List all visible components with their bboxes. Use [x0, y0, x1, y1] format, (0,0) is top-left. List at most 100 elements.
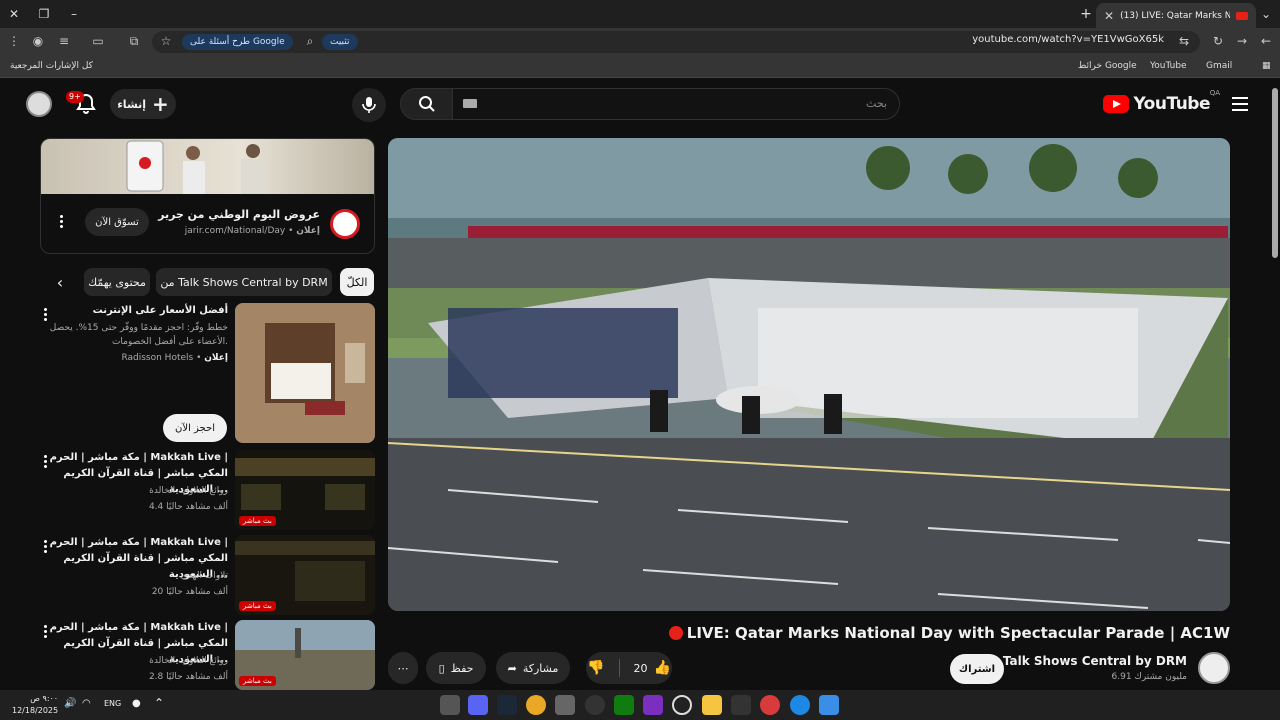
live-badge: بث مباشر [239, 516, 276, 526]
video-frame [388, 138, 1230, 611]
discord-icon[interactable] [468, 695, 488, 715]
forward-icon[interactable]: → [1234, 34, 1250, 48]
notification-badge: 9+ [66, 91, 84, 103]
bookmark-youtube[interactable]: YouTube [1150, 61, 1187, 71]
channel-name[interactable]: Talk Shows Central by DRM [1003, 654, 1187, 668]
shop-now-button[interactable]: تسوّق الآن [85, 208, 149, 236]
video-thumbnail[interactable]: بث مباشر [235, 450, 375, 530]
language-indicator[interactable]: ENG [104, 699, 121, 708]
video-more-icon[interactable] [44, 540, 48, 555]
taskbar-app-12[interactable] [760, 695, 780, 715]
clock-date: 12/18/2025 [12, 706, 59, 715]
book-now-button[interactable]: احجز الآن [163, 414, 227, 442]
divider [618, 659, 620, 677]
share-button[interactable]: ➦ مشاركة [496, 652, 570, 684]
tab-search-icon[interactable]: ⌄ [1256, 4, 1276, 24]
voice-search-button[interactable] [352, 88, 386, 122]
sidebar-hotel-ad[interactable]: أفضل الأسعار على الإنترنت خطط وفّر: احجز… [40, 303, 375, 443]
extensions-icon[interactable]: ⧉ [126, 34, 142, 49]
video-thumbnail[interactable]: بث مباشر [235, 620, 375, 690]
video-more-icon[interactable] [44, 455, 48, 470]
address-bar[interactable]: ☆ تثبيت طرح أسئلة على Google ⌕ youtube.c… [152, 31, 1200, 53]
chip-all[interactable]: الكلّ [340, 268, 374, 296]
apps-grid-icon[interactable]: ▦ [1262, 61, 1271, 71]
sidebar-video-1[interactable]: بث مباشر مكة مباشر | الحرم | Makkah Live… [40, 450, 375, 530]
chip-related[interactable]: محتوى يهمّك [84, 268, 150, 296]
ad-banner-image[interactable] [41, 139, 374, 194]
search-button[interactable] [400, 88, 454, 120]
sidebar-video-3[interactable]: بث مباشر مكة مباشر | الحرم | Makkah Live… [40, 620, 375, 690]
start-windows-icon[interactable] [819, 695, 839, 715]
ad-more-icon[interactable] [60, 215, 64, 230]
xbox-icon[interactable] [614, 695, 634, 715]
browser-menu-icon[interactable]: ⋮ [6, 34, 22, 48]
steam-icon[interactable] [497, 695, 517, 715]
reading-list-icon[interactable]: ≡ [56, 34, 72, 48]
all-bookmarks[interactable]: كل الإشارات المرجعية [10, 61, 93, 71]
site-settings-icon[interactable]: ⇆ [1176, 34, 1192, 48]
taskbar-app-11[interactable] [731, 695, 751, 715]
dislike-icon[interactable]: 👎 [587, 660, 604, 676]
cast-icon[interactable]: ▭ [90, 34, 106, 48]
bookmark-gmail[interactable]: Gmail [1206, 61, 1232, 71]
guide-menu-icon[interactable] [1232, 97, 1248, 115]
edge-icon[interactable] [790, 695, 810, 715]
subscriber-count: 6.91 مليون مشترك [1111, 672, 1188, 682]
more-actions-button[interactable]: ⋯ [388, 652, 418, 684]
youtube-logo[interactable]: YouTube QA [1103, 89, 1220, 114]
page-scrollbar[interactable] [1272, 88, 1278, 258]
video-player[interactable] [388, 138, 1230, 611]
hotel-ad-thumbnail[interactable] [235, 303, 375, 443]
hotel-room-image [235, 303, 375, 443]
like-icon[interactable]: 👍 [654, 660, 671, 676]
close-tab-icon[interactable]: ✕ [1104, 9, 1114, 23]
profile-icon[interactable]: ◉ [30, 34, 46, 48]
ad-meta: jarir.com/National/Day • إعلان [184, 226, 320, 236]
active-tab[interactable]: ✕ (13) LIVE: Qatar Marks Natio [1096, 3, 1256, 28]
taskbar-app-8[interactable] [643, 695, 663, 715]
hotel-ad-meta: Radisson Hotels • إعلان [121, 353, 228, 363]
taskbar: ٩:٠٠ ص 12/18/2025 🔊 ◠ ENG ● ⌃ [0, 690, 1280, 720]
video-views: 4.4 ألف مشاهد حاليًا [148, 502, 228, 512]
hotel-ad-more-icon[interactable] [44, 308, 48, 323]
taskbar-app-1[interactable] [440, 695, 460, 715]
account-avatar[interactable] [26, 91, 52, 117]
install-chip[interactable]: تثبيت [322, 34, 358, 50]
settings-icon[interactable] [555, 695, 575, 715]
bookmark-maps[interactable]: خرائط Google [1078, 61, 1137, 71]
search-input[interactable]: بحث [452, 88, 900, 120]
maximize-window-icon[interactable]: ❐ [34, 4, 54, 24]
file-explorer-icon[interactable] [702, 695, 722, 715]
chrome-icon[interactable] [526, 695, 546, 715]
chips-scroll-icon[interactable]: ‹ [52, 268, 68, 296]
sidebar-video-2[interactable]: بث مباشر مكة مباشر | الحرم | Makkah Live… [40, 535, 375, 615]
channel-avatar[interactable] [1198, 652, 1230, 684]
video-more-icon[interactable] [44, 625, 48, 640]
close-window-icon[interactable]: ✕ [4, 4, 24, 24]
reload-icon[interactable]: ↻ [1210, 34, 1226, 48]
mic-tray-icon[interactable]: ● [132, 698, 141, 709]
more-horizontal-icon: ⋯ [397, 661, 409, 675]
minimize-window-icon[interactable]: – [64, 4, 84, 24]
like-count[interactable]: 20 [634, 662, 648, 675]
bookmark-star-icon[interactable]: ☆ [158, 34, 174, 48]
save-button[interactable]: ▯ حفظ [426, 652, 486, 684]
subscribe-button[interactable]: اشتراك [950, 654, 1004, 684]
taskbar-app-9[interactable] [672, 695, 692, 715]
back-icon[interactable]: ← [1258, 34, 1274, 48]
lens-icon[interactable]: ⌕ [302, 34, 318, 49]
wifi-icon[interactable]: ◠ [82, 698, 91, 709]
volume-icon[interactable]: 🔊 [64, 698, 76, 709]
system-clock[interactable]: ٩:٠٠ ص 12/18/2025 [12, 693, 58, 717]
new-tab-button[interactable]: + [1076, 4, 1096, 24]
keyboard-icon[interactable] [463, 99, 477, 108]
chip-from-channel[interactable]: من Talk Shows Central by DRM [156, 268, 332, 296]
create-button[interactable]: إنشاء + [110, 89, 176, 119]
video-thumbnail[interactable]: بث مباشر [235, 535, 375, 615]
url-text[interactable]: youtube.com/watch?v=YE1VwGoX65k [972, 34, 1164, 45]
tray-chevron-icon[interactable]: ⌃ [154, 696, 164, 710]
ask-google-chip[interactable]: طرح أسئلة على Google [182, 34, 293, 50]
sidebar-ad-card[interactable]: عروض اليوم الوطني من جرير jarir.com/Nati… [40, 138, 375, 254]
taskbar-app-6[interactable] [585, 695, 605, 715]
youtube-page: 9+ إنشاء + بحث YouTube QA LIVE: Qatar Ma… [0, 78, 1280, 690]
